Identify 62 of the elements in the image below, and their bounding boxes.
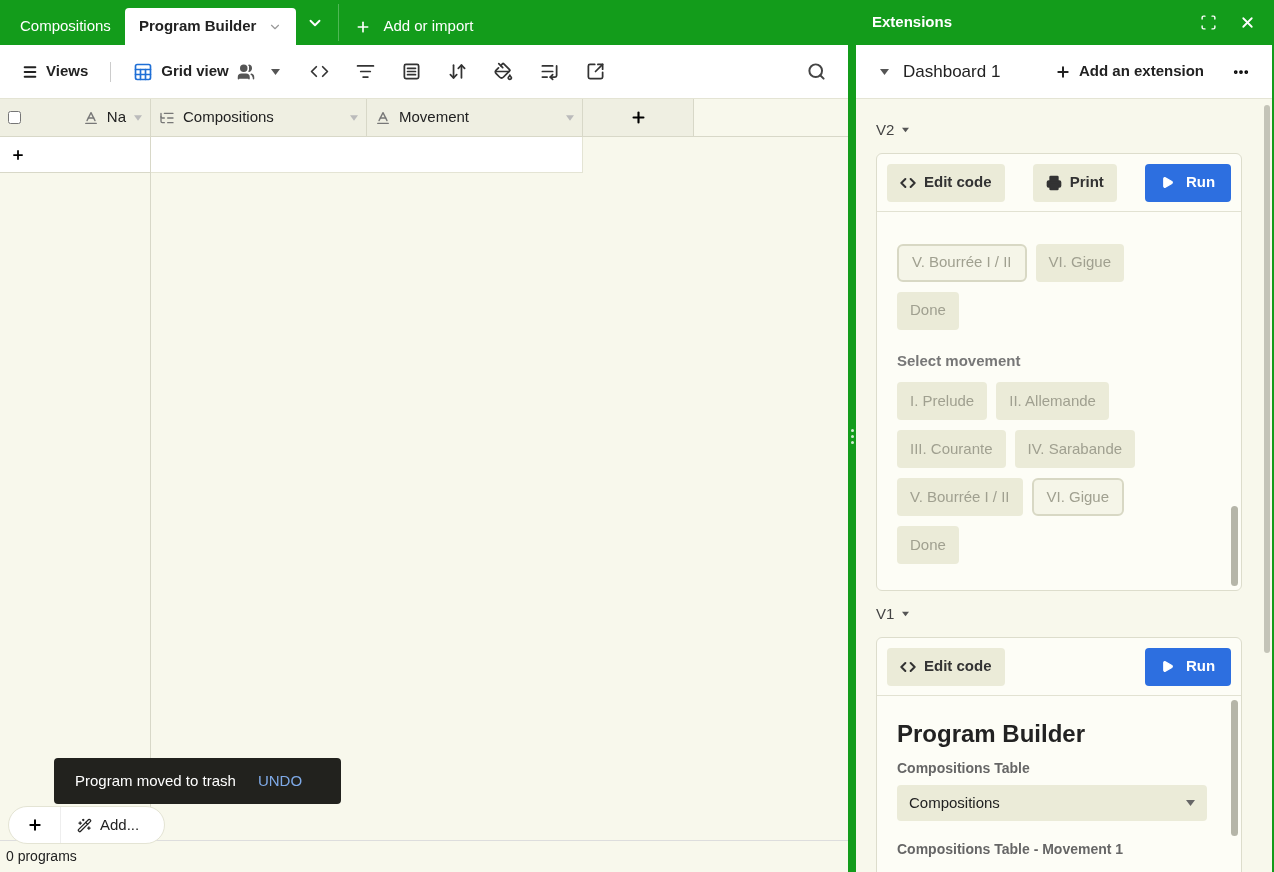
- field-label: Compositions Table - Movement 1: [897, 840, 1125, 859]
- field-label: Compositions Table: [897, 759, 1031, 778]
- scrollbar[interactable]: [1230, 700, 1238, 836]
- caret-icon: [350, 114, 358, 121]
- run-button[interactable]: Run: [1145, 647, 1231, 686]
- filter-icon[interactable]: [355, 62, 375, 81]
- sort-icon[interactable]: [447, 62, 467, 81]
- people-icon: [236, 62, 255, 81]
- caret-icon: [270, 68, 280, 75]
- table-select[interactable]: Compositions: [897, 785, 1207, 821]
- caret-icon: [134, 114, 142, 121]
- text-field-icon: [82, 109, 99, 126]
- play-icon: [1160, 176, 1174, 189]
- table-tab[interactable]: Program Builder: [124, 8, 297, 45]
- app-title: Program Builder: [897, 719, 1087, 749]
- fullscreen-icon[interactable]: [1200, 14, 1217, 31]
- close-icon[interactable]: [1239, 14, 1256, 31]
- add-or-import-button[interactable]: Add or import: [339, 8, 490, 45]
- grid-icon: [133, 61, 154, 82]
- panel-title: Extensions: [872, 12, 953, 33]
- block-name[interactable]: V2: [876, 118, 895, 142]
- select-all-checkbox[interactable]: [8, 111, 21, 124]
- row-height-icon[interactable]: [539, 62, 559, 81]
- caret-icon: [1186, 800, 1195, 806]
- record-count: 0 programs: [6, 847, 77, 866]
- run-button[interactable]: Run: [1145, 163, 1231, 202]
- print-button[interactable]: Print: [1032, 163, 1117, 202]
- column-header[interactable]: Movement: [367, 99, 583, 136]
- resize-handle[interactable]: [850, 428, 854, 444]
- play-icon: [1160, 660, 1174, 673]
- table-tab[interactable]: Compositions: [6, 8, 125, 45]
- search-icon[interactable]: [807, 62, 827, 81]
- wand-icon: [77, 817, 92, 833]
- printer-icon: [1045, 174, 1062, 191]
- plus-icon: [629, 109, 647, 126]
- toast-message: Program moved to trash: [75, 770, 236, 791]
- plus-icon: [26, 817, 43, 833]
- column-header[interactable]: Na: [0, 99, 151, 136]
- edit-code-button[interactable]: Edit code: [887, 647, 1005, 686]
- menu-icon: [22, 63, 38, 80]
- caret-icon: [902, 611, 910, 617]
- edit-code-button[interactable]: Edit code: [887, 163, 1005, 202]
- views-button[interactable]: Views: [22, 60, 89, 83]
- add-menu-button[interactable]: Add...: [61, 813, 140, 837]
- undo-link[interactable]: UNDO: [257, 769, 303, 793]
- caret-icon: [566, 114, 574, 121]
- column-header[interactable]: Compositions: [151, 99, 367, 136]
- color-icon[interactable]: [493, 62, 513, 81]
- block-name[interactable]: V1: [876, 602, 895, 626]
- caret-icon: [902, 127, 910, 133]
- plus-icon: [11, 147, 25, 162]
- share-icon[interactable]: [585, 62, 605, 81]
- add-extension-button[interactable]: Add an extension: [1054, 60, 1204, 83]
- text-field-icon: [375, 109, 391, 126]
- caret-icon: [880, 68, 889, 75]
- section-heading: Select movement: [897, 350, 1022, 371]
- scrollbar[interactable]: [1264, 105, 1270, 653]
- plus-icon: [1054, 63, 1071, 80]
- view-switcher[interactable]: Grid view: [133, 60, 280, 83]
- dashboard-name[interactable]: Dashboard 1: [903, 58, 1001, 85]
- scrollbar[interactable]: [1230, 506, 1238, 586]
- group-icon[interactable]: [401, 62, 421, 81]
